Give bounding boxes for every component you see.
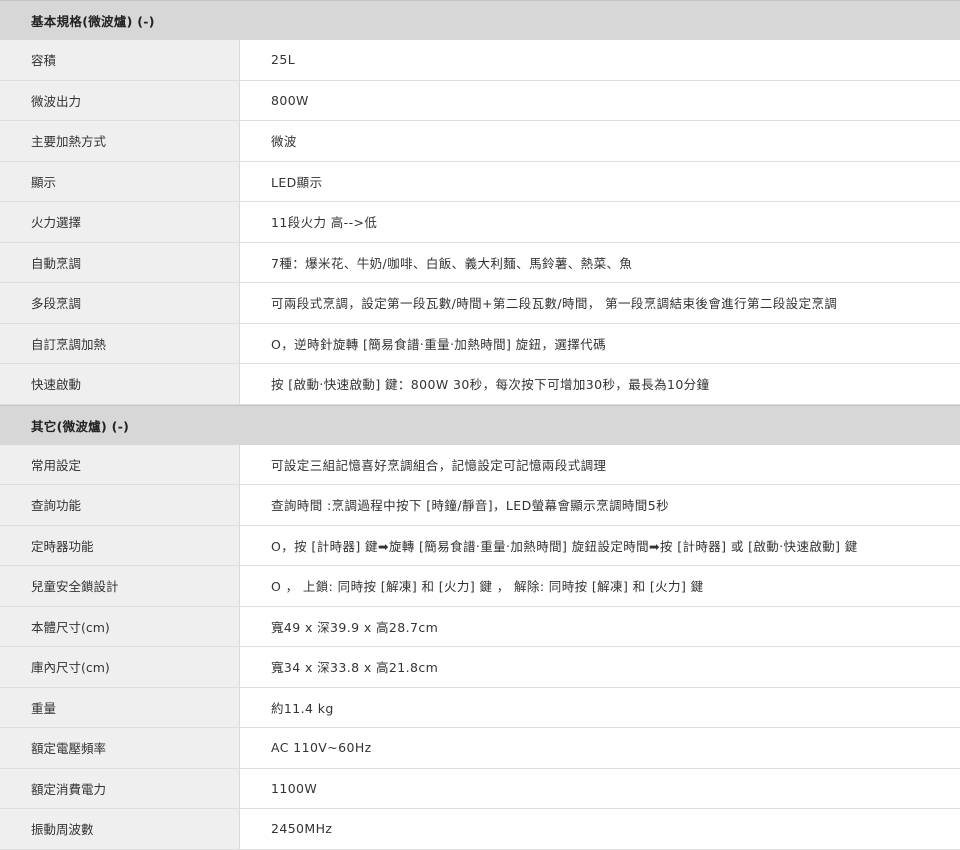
spec-label: 多段烹調 [0,283,240,323]
spec-row: 重量 約11.4 kg [0,687,960,728]
spec-row: 常用設定 可設定三組記憶喜好烹調組合，記憶設定可記憶兩段式調理 [0,444,960,485]
spec-row: 額定消費電力 1100W [0,768,960,809]
spec-row: 快速啟動 按 [啟動‧快速啟動] 鍵：800W 30秒，每次按下可增加30秒，最… [0,364,960,405]
spec-label: 振動周波數 [0,809,240,849]
spec-value: 按 [啟動‧快速啟動] 鍵：800W 30秒，每次按下可增加30秒，最長為10分… [271,377,710,393]
spec-value: 可兩段式烹調，設定第一段瓦數/時間+第二段瓦數/時間， 第一段烹調結束後會進行第… [271,296,838,312]
spec-value: 寬34 x 深33.8 x 高21.8cm [271,660,439,676]
spec-value: 7種：爆米花、牛奶/咖啡、白飯、義大利麵、馬鈴薯、熱菜、魚 [271,255,633,271]
spec-value: O ， 上鎖: 同時按 [解凍] 和 [火力] 鍵 ， 解除: 同時按 [解凍]… [271,579,704,595]
spec-label: 自訂烹調加熱 [0,323,240,363]
spec-row: 微波出力 800W [0,80,960,121]
section-header-other-specs: 其它(微波爐) (-) [0,404,960,445]
spec-value: LED顯示 [271,174,323,190]
spec-label: 本體尺寸(cm) [0,606,240,646]
spec-label: 重量 [0,687,240,727]
spec-value: 25L [271,52,296,68]
spec-label: 顯示 [0,161,240,201]
spec-row: 多段烹調 可兩段式烹調，設定第一段瓦數/時間+第二段瓦數/時間， 第一段烹調結束… [0,283,960,324]
spec-value: 查詢時間 :烹調過程中按下 [時鐘/靜音]，LED螢幕會顯示烹調時間5秒 [271,498,669,514]
spec-value: 微波 [271,134,297,150]
spec-row: 自訂烹調加熱 O，逆時針旋轉 [簡易食譜‧重量‧加熱時間] 旋鈕，選擇代碼 [0,323,960,364]
spec-value: 約11.4 kg [271,700,334,716]
section-header-basic-specs: 基本規格(微波爐) (-) [0,0,960,40]
spec-label: 快速啟動 [0,364,240,404]
spec-label: 火力選擇 [0,202,240,242]
spec-row: 容積 25L [0,40,960,81]
spec-value: 800W [271,92,309,108]
spec-value: O，按 [計時器] 鍵➡旋轉 [簡易食譜‧重量‧加熱時間] 旋鈕設定時間➡按 [… [271,538,858,554]
spec-label: 常用設定 [0,444,240,484]
spec-label: 自動烹調 [0,242,240,282]
spec-row: 本體尺寸(cm) 寬49 x 深39.9 x 高28.7cm [0,606,960,647]
spec-label: 兒童安全鎖設計 [0,566,240,606]
spec-value: 寬49 x 深39.9 x 高28.7cm [271,619,439,635]
spec-label: 查詢功能 [0,485,240,525]
spec-table: 基本規格(微波爐) (-) 容積 25L 微波出力 800W 主要加熱方式 微波… [0,0,960,850]
spec-row: 定時器功能 O，按 [計時器] 鍵➡旋轉 [簡易食譜‧重量‧加熱時間] 旋鈕設定… [0,525,960,566]
spec-label: 主要加熱方式 [0,121,240,161]
spec-label: 定時器功能 [0,525,240,565]
spec-row: 兒童安全鎖設計 O ， 上鎖: 同時按 [解凍] 和 [火力] 鍵 ， 解除: … [0,566,960,607]
spec-row: 自動烹調 7種：爆米花、牛奶/咖啡、白飯、義大利麵、馬鈴薯、熱菜、魚 [0,242,960,283]
spec-label: 庫內尺寸(cm) [0,647,240,687]
spec-row: 庫內尺寸(cm) 寬34 x 深33.8 x 高21.8cm [0,647,960,688]
spec-label: 微波出力 [0,80,240,120]
spec-row: 振動周波數 2450MHz [0,809,960,850]
spec-label: 額定電壓頻率 [0,728,240,768]
spec-value: 可設定三組記憶喜好烹調組合，記憶設定可記憶兩段式調理 [271,457,607,473]
spec-value: 11段火力 高-->低 [271,215,378,231]
spec-value: O，逆時針旋轉 [簡易食譜‧重量‧加熱時間] 旋鈕，選擇代碼 [271,336,606,352]
spec-value: 2450MHz [271,821,333,837]
spec-row: 顯示 LED顯示 [0,161,960,202]
spec-row: 查詢功能 查詢時間 :烹調過程中按下 [時鐘/靜音]，LED螢幕會顯示烹調時間5… [0,485,960,526]
spec-label: 容積 [0,40,240,80]
spec-value: 1100W [271,780,318,796]
spec-row: 火力選擇 11段火力 高-->低 [0,202,960,243]
spec-value: AC 110V~60Hz [271,740,372,756]
spec-row: 主要加熱方式 微波 [0,121,960,162]
spec-label: 額定消費電力 [0,768,240,808]
spec-row: 額定電壓頻率 AC 110V~60Hz [0,728,960,769]
